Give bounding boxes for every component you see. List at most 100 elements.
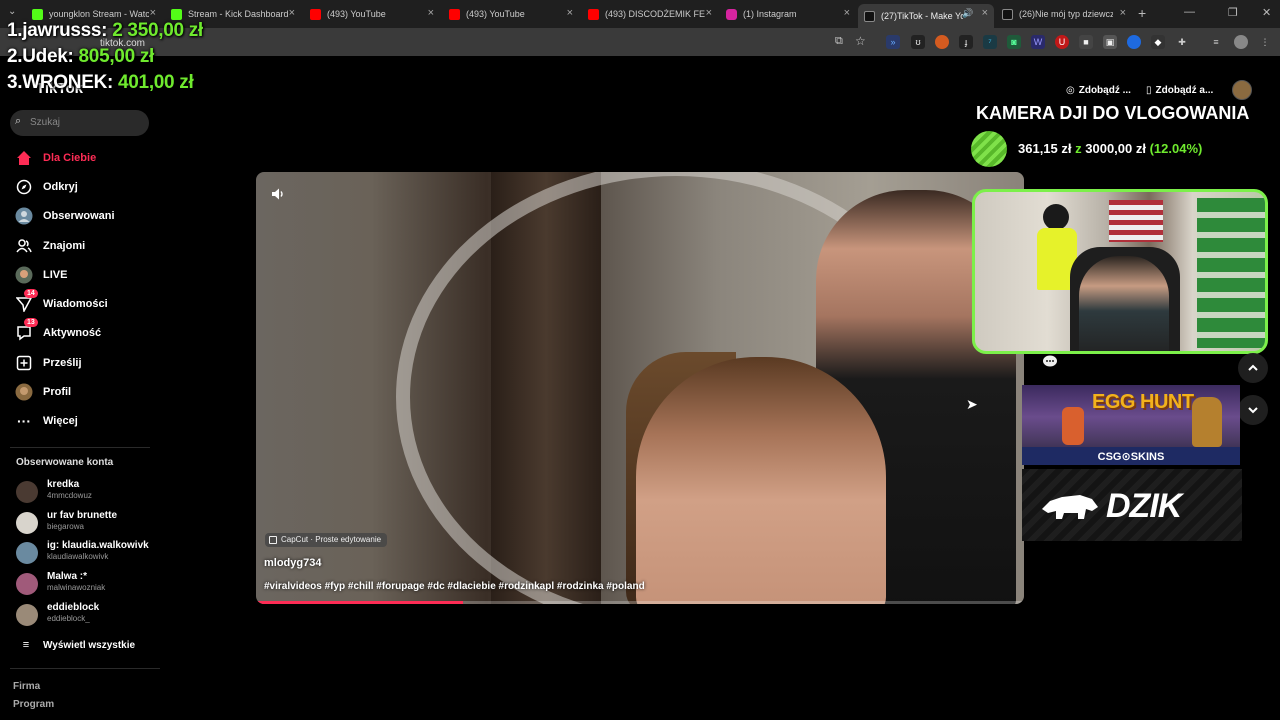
webcam-streamer: [1079, 256, 1169, 351]
browser-menu-icon[interactable]: ⋮: [1258, 35, 1272, 49]
volume-icon[interactable]: [270, 186, 286, 202]
account-handle: biegarowa: [47, 522, 84, 531]
avatar: [16, 604, 38, 626]
close-icon[interactable]: ×: [567, 7, 573, 19]
new-tab-icon[interactable]: +: [1138, 5, 1146, 21]
video-player[interactable]: CapCut · Proste edytowanie mlodyg734 #vi…: [256, 172, 1024, 604]
youtube-icon: [449, 8, 460, 20]
search-input[interactable]: ⌕ Szukaj: [10, 110, 149, 136]
extension-icon[interactable]: ⁷: [983, 35, 997, 49]
minimize-icon[interactable]: —: [1184, 6, 1195, 18]
nav-item-activity[interactable]: 13 Aktywność: [14, 318, 102, 344]
extension-icon[interactable]: W: [1031, 35, 1045, 49]
speaker-icon[interactable]: 🔊: [962, 8, 973, 19]
previous-video-button[interactable]: [1238, 353, 1268, 383]
get-coins-button[interactable]: ◎ Zdobądź ...: [1066, 80, 1131, 100]
media-control-icon[interactable]: ≡: [1209, 35, 1223, 49]
install-app-icon[interactable]: ⧉: [835, 35, 843, 48]
tab-search-icon[interactable]: ⌄: [8, 6, 16, 17]
instagram-icon: [726, 8, 737, 20]
extension-icon[interactable]: [935, 35, 949, 49]
footer-link-program[interactable]: Program: [13, 699, 54, 710]
browser-tab[interactable]: (1) Instagram ×: [720, 4, 856, 24]
nav-item-following[interactable]: Obserwowani: [14, 205, 115, 227]
tab-title: (493) DISCODŻEMIK FEAT: [605, 9, 705, 19]
donation-goal-title: KAMERA DJI DO VLOGOWANIA: [976, 103, 1250, 123]
nav-item-upload[interactable]: Prześlij: [14, 352, 82, 374]
account-handle: eddieblock_: [47, 614, 90, 623]
ad-brand: CSG⊙SKINS: [1097, 451, 1165, 463]
extension-icon[interactable]: ɟ: [959, 35, 973, 49]
dzik-ad-banner[interactable]: DZIK: [1022, 469, 1242, 541]
nav-label: Wiadomości: [43, 298, 108, 310]
nav-item-explore[interactable]: Odkryj: [14, 176, 78, 198]
activity-icon: 13: [14, 318, 38, 343]
nav-item-for-you[interactable]: Dla Ciebie: [14, 147, 96, 169]
search-placeholder: Szukaj: [30, 117, 61, 128]
extension-icon[interactable]: ■: [1079, 35, 1093, 49]
browser-tab[interactable]: (493) DISCODŻEMIK FEAT ×: [582, 4, 718, 24]
show-all-button[interactable]: ≡ Wyświetl wszystkie: [18, 634, 135, 656]
leaderboard-name: 2.Udek:: [7, 46, 74, 67]
close-icon[interactable]: ×: [982, 7, 988, 19]
extension-icon[interactable]: ʊ: [911, 35, 925, 49]
user-avatar[interactable]: [1232, 80, 1252, 100]
more-dots-icon: ···: [17, 413, 31, 429]
close-icon[interactable]: ×: [428, 7, 434, 19]
list-icon: ≡: [22, 639, 30, 651]
bookmark-star-icon[interactable]: ☆: [855, 34, 866, 48]
get-app-label: Zdobądź a...: [1155, 84, 1214, 96]
followed-accounts-heading: Obserwowane konta: [16, 457, 114, 468]
nav-label: Aktywność: [43, 327, 102, 339]
footer-link-company[interactable]: Firma: [13, 681, 40, 692]
close-icon[interactable]: ×: [1120, 7, 1126, 19]
close-window-icon[interactable]: ✕: [1262, 6, 1271, 19]
next-video-button[interactable]: [1238, 395, 1268, 425]
nav-item-live[interactable]: LIVE: [14, 264, 67, 286]
close-icon[interactable]: ×: [150, 7, 156, 19]
browser-tab-active[interactable]: (27)TikTok - Make You 🔊 ×: [858, 4, 994, 28]
video-progress-bar[interactable]: [256, 601, 1024, 604]
account-name: Malwa :*: [47, 571, 88, 582]
close-icon[interactable]: ×: [706, 7, 712, 19]
profile-avatar-icon[interactable]: [1234, 35, 1248, 49]
youtube-icon: [310, 8, 321, 20]
comment-icon[interactable]: [1042, 354, 1058, 370]
streamer-webcam: [972, 189, 1268, 354]
capcut-tag[interactable]: CapCut · Proste edytowanie: [265, 533, 388, 547]
nav-item-more[interactable]: ··· Więcej: [14, 410, 78, 432]
nav-item-friends[interactable]: Znajomi: [14, 235, 85, 257]
extensions-puzzle-icon[interactable]: ✚: [1175, 35, 1189, 49]
messages-badge: 14: [24, 289, 38, 298]
get-app-button[interactable]: ▯ Zdobądź a...: [1146, 80, 1213, 100]
browser-tab[interactable]: (493) YouTube ×: [304, 4, 440, 24]
tab-title: youngklon Stream - Watch: [49, 9, 149, 19]
ad-title: EGG HUNT: [1092, 391, 1194, 413]
browser-tab[interactable]: (26)Nie mój typ dziewczy ×: [996, 4, 1132, 24]
extension-icon[interactable]: ▣: [1103, 35, 1117, 49]
extension-icon[interactable]: ◆: [1151, 35, 1165, 49]
close-icon[interactable]: ×: [289, 7, 295, 19]
search-icon: ⌕: [15, 115, 22, 127]
tab-title: (493) YouTube: [327, 9, 386, 19]
video-hashtags[interactable]: #viralvideos #fyp #chill #forupage #dc #…: [264, 581, 645, 592]
live-avatar-icon: [14, 265, 34, 285]
paper-plane-icon: 14: [14, 289, 38, 314]
video-author[interactable]: mlodyg734: [264, 557, 321, 569]
nav-item-profile[interactable]: Profil: [14, 381, 71, 403]
extension-icon[interactable]: U: [1055, 35, 1069, 49]
csgoskins-ad-banner[interactable]: EGG HUNT CSG⊙SKINS: [1022, 385, 1240, 465]
nav-item-messages[interactable]: 14 Wiadomości: [14, 289, 108, 315]
tab-title: (1) Instagram: [743, 9, 797, 19]
extension-icon[interactable]: [1127, 35, 1141, 49]
close-icon[interactable]: ×: [844, 7, 850, 19]
sidebar-divider: [10, 447, 150, 448]
webcam-person-head: [1043, 204, 1069, 230]
extension-icon[interactable]: ◙: [1007, 35, 1021, 49]
tab-title: (493) YouTube: [466, 9, 525, 19]
browser-tab[interactable]: (493) YouTube ×: [443, 4, 579, 24]
leaderboard-amount: 2 350,00 zł: [112, 20, 203, 41]
extension-icon[interactable]: »: [886, 35, 900, 49]
show-all-label: Wyświetl wszystkie: [43, 639, 136, 651]
maximize-icon[interactable]: ❐: [1228, 6, 1238, 19]
